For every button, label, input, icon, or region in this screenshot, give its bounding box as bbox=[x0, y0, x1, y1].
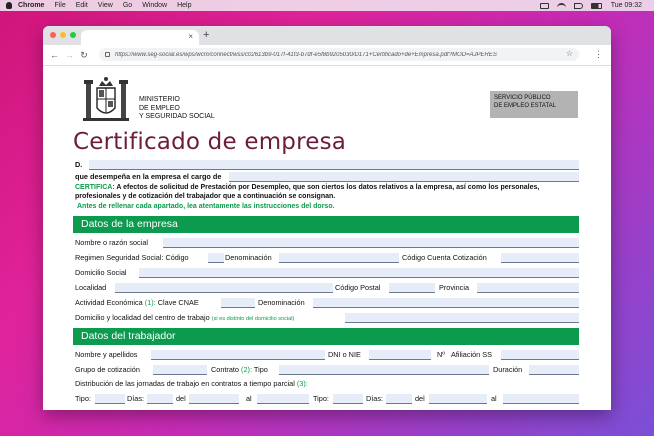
regimen-codigo-field[interactable] bbox=[208, 253, 224, 263]
close-window-button[interactable] bbox=[50, 32, 56, 38]
domicilio-centro-field[interactable] bbox=[345, 313, 579, 323]
minimize-window-button[interactable] bbox=[60, 32, 66, 38]
domicilio-centro-label: Domicilio y localidad del centro de trab… bbox=[75, 313, 295, 322]
reload-icon[interactable]: ↻ bbox=[80, 50, 88, 60]
menubar-clock[interactable]: Tue 09:32 bbox=[611, 2, 642, 9]
d-name-field[interactable] bbox=[89, 160, 579, 170]
jornada-al-label-2: al bbox=[491, 394, 497, 403]
clave-cnae-field[interactable] bbox=[221, 298, 255, 308]
menu-help[interactable]: Help bbox=[177, 0, 191, 11]
denominacion-actividad-field[interactable] bbox=[313, 298, 579, 308]
domicilio-social-label: Domicilio Social bbox=[75, 268, 127, 277]
afiliacion-label: Afiliación SS bbox=[451, 350, 492, 359]
dni-label: DNI o NIE bbox=[328, 350, 361, 359]
provincia-label: Provincia bbox=[439, 283, 470, 292]
pdf-document: MINISTERIO DE EMPLEO Y SEGURIDAD SOCIAL … bbox=[43, 66, 611, 410]
tab-close-icon[interactable]: × bbox=[188, 33, 193, 41]
cargo-field[interactable] bbox=[229, 172, 579, 182]
tab-bar: × + bbox=[43, 26, 611, 45]
jornada-del-field-2[interactable] bbox=[429, 394, 487, 404]
url-text[interactable]: https://www.seg-social.es/wps/wcm/connec… bbox=[115, 52, 555, 58]
distribucion-label: Distribución de las jornadas de trabajo … bbox=[75, 379, 308, 388]
lock-icon[interactable] bbox=[105, 52, 110, 57]
codigo-postal-label: Código Postal bbox=[335, 283, 381, 292]
grupo-cotizacion-label: Grupo de cotización bbox=[75, 365, 140, 374]
sepe-box: SERVICIO PÚBLICO DE EMPLEO ESTATAL bbox=[490, 91, 578, 118]
volume-icon[interactable] bbox=[573, 2, 583, 9]
bookmark-star-icon[interactable]: ☆ bbox=[566, 49, 573, 58]
nombre-apellidos-label: Nombre y apellidos bbox=[75, 350, 138, 359]
battery-icon[interactable] bbox=[590, 2, 602, 9]
menu-view[interactable]: View bbox=[98, 0, 113, 11]
certifica-line-2: profesionales y de cotización del trabaj… bbox=[75, 193, 336, 200]
back-arrow-icon[interactable]: ← bbox=[50, 50, 59, 60]
localidad-label: Localidad bbox=[75, 283, 107, 292]
actividad-label: Actividad Económica (1): Clave CNAE bbox=[75, 298, 199, 307]
browser-toolbar: ← → ↻ https://www.seg-social.es/wps/wcm/… bbox=[43, 45, 611, 66]
forward-arrow-icon[interactable]: → bbox=[65, 50, 74, 60]
browser-menu-icon[interactable]: ⋮ bbox=[594, 49, 603, 59]
menu-window[interactable]: Window bbox=[142, 0, 167, 11]
ministry-name: MINISTERIO DE EMPLEO Y SEGURIDAD SOCIAL bbox=[139, 96, 215, 120]
jornada-dias-field-2[interactable] bbox=[386, 394, 412, 404]
contrato-tipo-field[interactable] bbox=[279, 365, 489, 375]
jornada-tipo-field-2[interactable] bbox=[333, 394, 363, 404]
menu-go[interactable]: Go bbox=[123, 0, 132, 11]
jornada-del-label-2: del bbox=[415, 394, 425, 403]
jornada-tipo-field-1[interactable] bbox=[95, 394, 125, 404]
nombre-razon-field[interactable] bbox=[163, 238, 579, 248]
dni-field[interactable] bbox=[369, 350, 431, 360]
jornada-dias-label-2: Días: bbox=[366, 394, 384, 403]
provincia-field[interactable] bbox=[477, 283, 579, 293]
window-controls bbox=[50, 32, 80, 38]
section-header-trabajador: Datos del trabajador bbox=[73, 328, 579, 345]
new-tab-button[interactable]: + bbox=[203, 29, 209, 41]
denominacion-label: Denominación bbox=[225, 253, 272, 262]
grupo-cotizacion-field[interactable] bbox=[153, 365, 207, 375]
jornada-del-field-1[interactable] bbox=[189, 394, 239, 404]
afiliacion-field[interactable] bbox=[501, 350, 579, 360]
macos-menubar: Chrome File Edit View Go Window Help Tue… bbox=[0, 0, 654, 11]
jornada-al-label-1: al bbox=[246, 394, 252, 403]
menu-file[interactable]: File bbox=[54, 0, 65, 11]
jornada-al-field-1[interactable] bbox=[257, 394, 309, 404]
instructions-note: Antes de rellenar cada apartado, lea ate… bbox=[77, 203, 335, 210]
codigo-cuenta-label: Código Cuenta Cotización bbox=[402, 253, 487, 262]
jornada-tipo-label-2: Tipo: bbox=[313, 394, 329, 403]
codigo-cuenta-field[interactable] bbox=[501, 253, 579, 263]
apple-icon[interactable] bbox=[6, 2, 12, 9]
denominacion-field[interactable] bbox=[279, 253, 399, 263]
denominacion-actividad-label: Denominación bbox=[258, 298, 305, 307]
menu-edit[interactable]: Edit bbox=[76, 0, 88, 11]
wifi-icon[interactable] bbox=[556, 2, 566, 9]
localidad-field[interactable] bbox=[115, 283, 333, 293]
menu-app-name[interactable]: Chrome bbox=[18, 0, 44, 11]
section-header-empresa: Datos de la empresa bbox=[73, 216, 579, 233]
jornada-dias-field-1[interactable] bbox=[147, 394, 173, 404]
jornada-dias-label-1: Días: bbox=[127, 394, 145, 403]
nombre-apellidos-field[interactable] bbox=[151, 350, 325, 360]
menubar-status-area: Tue 09:32 bbox=[532, 0, 642, 11]
jornada-al-field-2[interactable] bbox=[503, 394, 579, 404]
jornada-del-label-1: del bbox=[176, 394, 186, 403]
duracion-label: Duración bbox=[493, 365, 523, 374]
active-tab[interactable]: × bbox=[81, 30, 199, 45]
address-bar[interactable]: https://www.seg-social.es/wps/wcm/connec… bbox=[99, 48, 579, 61]
jornada-tipo-label-1: Tipo: bbox=[75, 394, 91, 403]
coat-of-arms-icon bbox=[83, 77, 129, 121]
browser-window: × + ← → ↻ https://www.seg-social.es/wps/… bbox=[43, 26, 611, 410]
cargo-label: que desempeña en la empresa el cargo de bbox=[75, 172, 222, 181]
duracion-field[interactable] bbox=[529, 365, 579, 375]
zoom-window-button[interactable] bbox=[70, 32, 76, 38]
page-title: Certificado de empresa bbox=[73, 129, 347, 155]
num-label: Nº bbox=[437, 350, 445, 359]
codigo-postal-field[interactable] bbox=[389, 283, 435, 293]
screen-mirror-icon[interactable] bbox=[539, 2, 549, 9]
nombre-razon-label: Nombre o razón social bbox=[75, 238, 149, 247]
d-label: D. bbox=[75, 160, 83, 169]
domicilio-social-field[interactable] bbox=[139, 268, 579, 278]
regimen-label: Regimen Seguridad Social: Código bbox=[75, 253, 189, 262]
contrato-label: Contrato (2): Tipo bbox=[211, 365, 268, 374]
